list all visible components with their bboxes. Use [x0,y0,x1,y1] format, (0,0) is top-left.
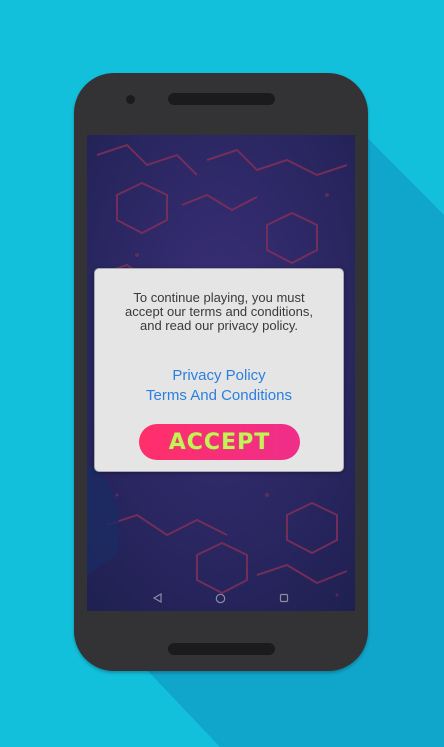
home-circle-icon[interactable] [211,588,231,608]
accept-button[interactable]: ACCEPT [139,424,300,460]
recents-square-icon[interactable] [274,588,294,608]
privacy-policy-link[interactable]: Privacy Policy [95,367,343,384]
bottom-speaker [168,643,275,655]
phone-screen: To continue playing, you must accept our… [87,135,355,611]
terms-and-conditions-link[interactable]: Terms And Conditions [95,387,343,404]
terms-dialog: To continue playing, you must accept our… [94,268,344,472]
camera-icon [126,95,135,104]
android-navbar [87,585,355,611]
phone-frame: To continue playing, you must accept our… [74,73,368,671]
back-triangle-icon[interactable] [148,588,168,608]
dialog-message: To continue playing, you must accept our… [125,290,313,333]
top-speaker [168,93,275,105]
